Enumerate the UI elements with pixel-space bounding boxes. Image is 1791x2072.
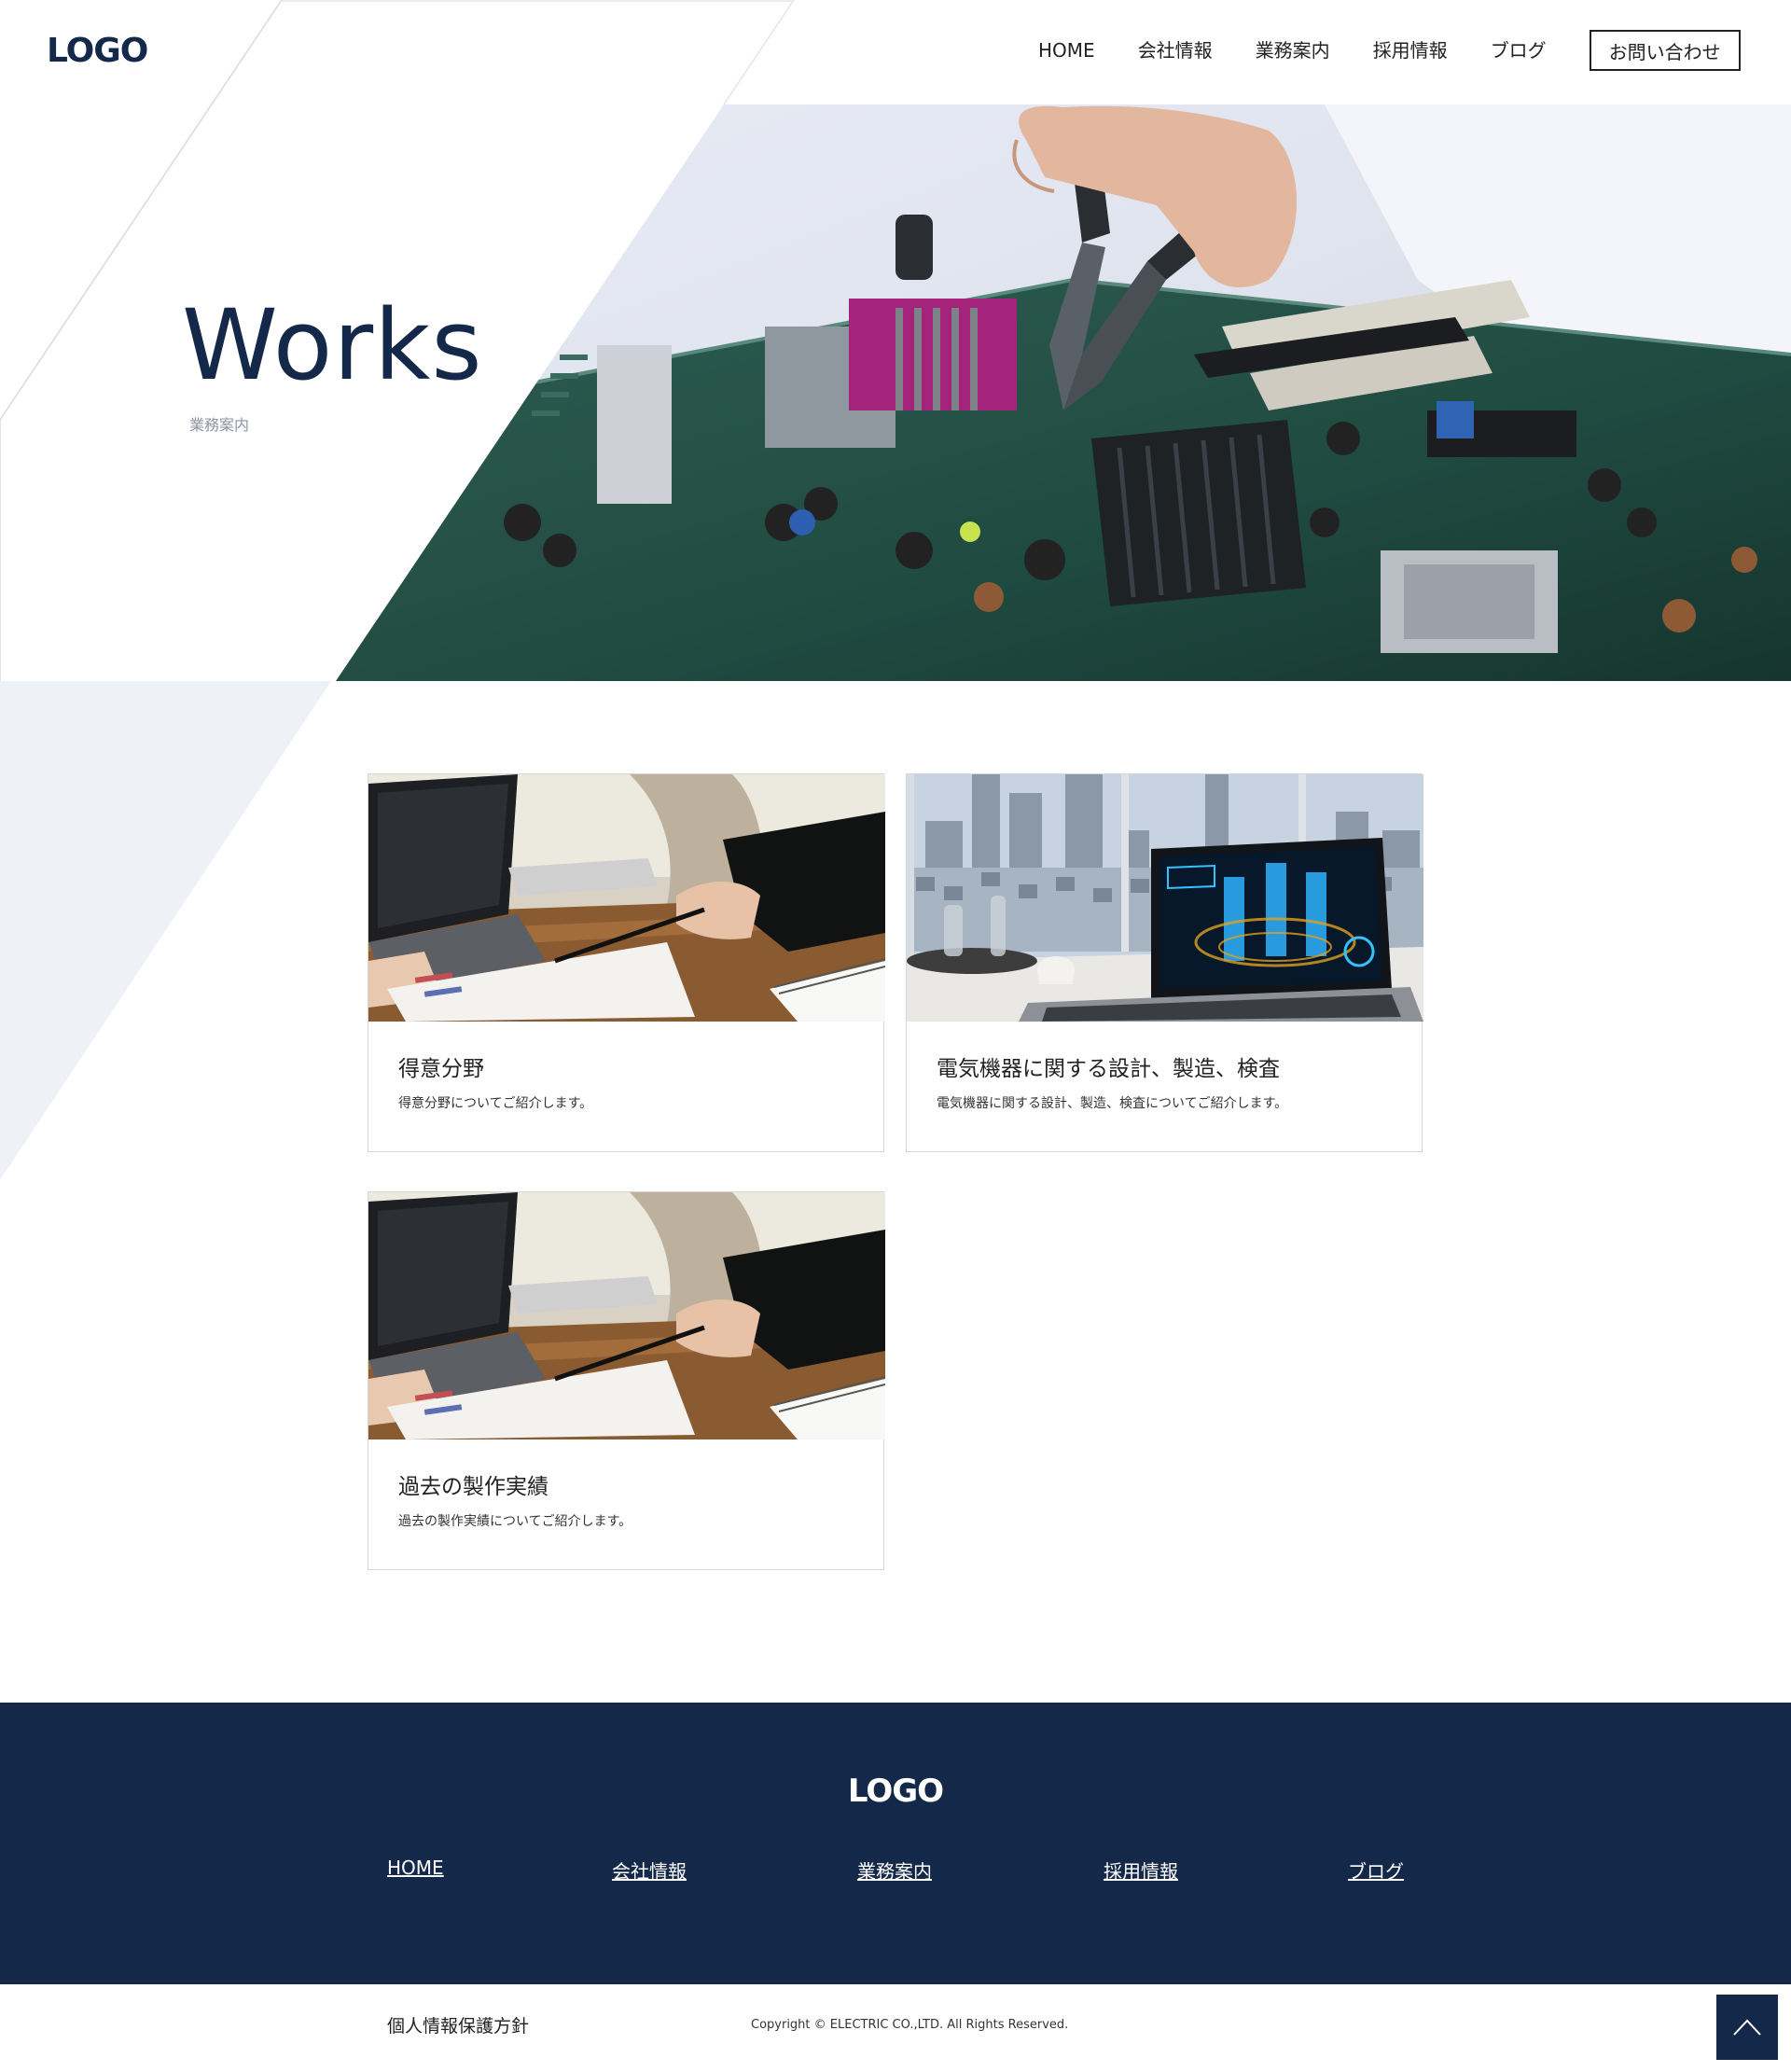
page-subtitle: 業務案内 xyxy=(189,416,250,434)
card-image-business-meeting xyxy=(368,774,885,1022)
card-description: 得意分野についてご紹介します。 xyxy=(398,1096,593,1111)
card-title: 電気機器に関する設計、製造、検査 xyxy=(937,1057,1280,1081)
card-image-business-meeting xyxy=(368,1192,885,1439)
nav-item-home[interactable]: HOME xyxy=(1038,30,1095,71)
card-description: 過去の製作実績についてご紹介します。 xyxy=(398,1514,632,1529)
card-electrical-equipment[interactable]: 電気機器に関する設計、製造、検査 電気機器に関する設計、製造、検査についてご紹介… xyxy=(906,773,1423,1152)
card-specialty[interactable]: 得意分野 得意分野についてご紹介します。 xyxy=(368,773,885,1152)
scroll-to-top-button[interactable] xyxy=(1716,1995,1778,2060)
chevron-up-icon xyxy=(1733,2019,1761,2036)
nav-item-company[interactable]: 会社情報 xyxy=(1138,30,1213,71)
privacy-policy-link[interactable]: 個人情報保護方針 xyxy=(387,2012,529,2037)
footer-logo[interactable]: LOGO xyxy=(0,1773,1791,1810)
card-title: 得意分野 xyxy=(398,1057,484,1081)
footer-link-company[interactable]: 会社情報 xyxy=(612,1856,687,1884)
card-image-laptop-hologram xyxy=(907,774,1423,1022)
nav-item-blog[interactable]: ブログ xyxy=(1491,30,1547,71)
site-logo[interactable]: LOGO xyxy=(47,32,148,70)
main-nav: HOME 会社情報 業務案内 採用情報 ブログ お問い合わせ xyxy=(1038,30,1741,71)
footer-link-home[interactable]: HOME xyxy=(387,1856,444,1879)
footer-link-works[interactable]: 業務案内 xyxy=(857,1856,932,1884)
footer xyxy=(0,1703,1791,1984)
copyright-text: Copyright © ELECTRIC CO.,LTD. All Rights… xyxy=(751,2018,1069,2032)
footer-link-recruit[interactable]: 採用情報 xyxy=(1104,1856,1178,1884)
card-title: 過去の製作実績 xyxy=(398,1475,548,1499)
nav-item-works[interactable]: 業務案内 xyxy=(1256,30,1330,71)
card-description: 電気機器に関する設計、製造、検査についてご紹介します。 xyxy=(937,1096,1288,1111)
page-title: Works xyxy=(182,288,483,402)
nav-item-recruit[interactable]: 採用情報 xyxy=(1373,30,1448,71)
footer-link-blog[interactable]: ブログ xyxy=(1348,1856,1404,1884)
card-past-works[interactable]: 過去の製作実績 過去の製作実績についてご紹介します。 xyxy=(368,1191,885,1570)
contact-button[interactable]: お問い合わせ xyxy=(1589,30,1741,71)
